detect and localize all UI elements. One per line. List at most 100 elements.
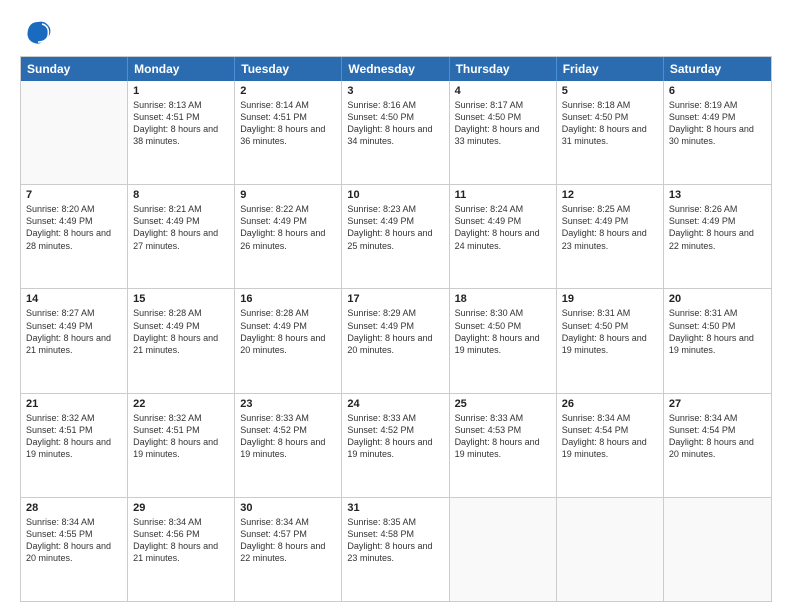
calendar-cell [557,498,664,601]
cell-info: Sunrise: 8:14 AMSunset: 4:51 PMDaylight:… [240,99,336,148]
cal-header-day: Sunday [21,57,128,81]
day-number: 11 [455,189,551,201]
calendar-cell: 6 Sunrise: 8:19 AMSunset: 4:49 PMDaylight… [664,81,771,184]
calendar-row: 7 Sunrise: 8:20 AMSunset: 4:49 PMDaylight… [21,185,771,289]
cell-info: Sunrise: 8:22 AMSunset: 4:49 PMDaylight:… [240,203,336,252]
calendar-cell: 16Sunrise: 8:28 AMSunset: 4:49 PMDayligh… [235,289,342,392]
cal-header-day: Monday [128,57,235,81]
cell-info: Sunrise: 8:34 AMSunset: 4:54 PMDaylight:… [562,412,658,461]
calendar-cell: 9 Sunrise: 8:22 AMSunset: 4:49 PMDaylight… [235,185,342,288]
calendar-cell: 3Sunrise: 8:16 AMSunset: 4:50 PMDaylight… [342,81,449,184]
calendar-cell: 19 Sunrise: 8:31 AMSunset: 4:50 PMDayligh… [557,289,664,392]
calendar-row: 28 Sunrise: 8:34 AMSunset: 4:55 PMDayligh… [21,498,771,601]
calendar-cell: 26 Sunrise: 8:34 AMSunset: 4:54 PMDayligh… [557,394,664,497]
logo [20,18,52,46]
calendar: SundayMondayTuesdayWednesdayThursdayFrid… [20,56,772,602]
cell-info: Sunrise: 8:27 AMSunset: 4:49 PMDaylight:… [26,307,122,356]
day-number: 30 [240,502,336,514]
day-number: 17 [347,293,443,305]
cell-info: Sunrise: 8:34 AMSunset: 4:54 PMDaylight:… [669,412,766,461]
day-number: 9 [240,189,336,201]
day-number: 26 [562,398,658,410]
cell-info: Sunrise: 8:21 AMSunset: 4:49 PMDaylight:… [133,203,229,252]
cell-info: Sunrise: 8:32 AMSunset: 4:51 PMDaylight:… [133,412,229,461]
calendar-cell: 2 Sunrise: 8:14 AMSunset: 4:51 PMDaylight… [235,81,342,184]
page: SundayMondayTuesdayWednesdayThursdayFrid… [0,0,792,612]
calendar-cell: 14 Sunrise: 8:27 AMSunset: 4:49 PMDayligh… [21,289,128,392]
cell-info: Sunrise: 8:23 AMSunset: 4:49 PMDaylight:… [347,203,443,252]
calendar-cell: 21Sunrise: 8:32 AMSunset: 4:51 PMDayligh… [21,394,128,497]
calendar-cell: 28 Sunrise: 8:34 AMSunset: 4:55 PMDayligh… [21,498,128,601]
calendar-cell [21,81,128,184]
cal-header-day: Friday [557,57,664,81]
day-number: 7 [26,189,122,201]
day-number: 4 [455,85,551,97]
calendar-cell: 23Sunrise: 8:33 AMSunset: 4:52 PMDayligh… [235,394,342,497]
logo-icon [24,18,52,46]
calendar-cell: 1 Sunrise: 8:13 AMSunset: 4:51 PMDaylight… [128,81,235,184]
calendar-body: 1 Sunrise: 8:13 AMSunset: 4:51 PMDaylight… [21,81,771,601]
cell-info: Sunrise: 8:34 AMSunset: 4:56 PMDaylight:… [133,516,229,565]
cell-info: Sunrise: 8:33 AMSunset: 4:52 PMDaylight:… [347,412,443,461]
day-number: 21 [26,398,122,410]
calendar-cell: 10 Sunrise: 8:23 AMSunset: 4:49 PMDayligh… [342,185,449,288]
day-number: 20 [669,293,766,305]
calendar-cell: 4 Sunrise: 8:17 AMSunset: 4:50 PMDaylight… [450,81,557,184]
header [20,18,772,46]
cell-info: Sunrise: 8:34 AMSunset: 4:55 PMDaylight:… [26,516,122,565]
calendar-cell: 11 Sunrise: 8:24 AMSunset: 4:49 PMDayligh… [450,185,557,288]
calendar-cell: 15Sunrise: 8:28 AMSunset: 4:49 PMDayligh… [128,289,235,392]
day-number: 28 [26,502,122,514]
calendar-cell: 27 Sunrise: 8:34 AMSunset: 4:54 PMDayligh… [664,394,771,497]
cell-info: Sunrise: 8:13 AMSunset: 4:51 PMDaylight:… [133,99,229,148]
calendar-cell: 25 Sunrise: 8:33 AMSunset: 4:53 PMDayligh… [450,394,557,497]
day-number: 15 [133,293,229,305]
cell-info: Sunrise: 8:31 AMSunset: 4:50 PMDaylight:… [669,307,766,356]
day-number: 1 [133,85,229,97]
cell-info: Sunrise: 8:33 AMSunset: 4:52 PMDaylight:… [240,412,336,461]
cell-info: Sunrise: 8:33 AMSunset: 4:53 PMDaylight:… [455,412,551,461]
calendar-cell: 20 Sunrise: 8:31 AMSunset: 4:50 PMDayligh… [664,289,771,392]
cal-header-day: Saturday [664,57,771,81]
day-number: 14 [26,293,122,305]
calendar-header-row: SundayMondayTuesdayWednesdayThursdayFrid… [21,57,771,81]
day-number: 6 [669,85,766,97]
day-number: 5 [562,85,658,97]
cell-info: Sunrise: 8:17 AMSunset: 4:50 PMDaylight:… [455,99,551,148]
cell-info: Sunrise: 8:25 AMSunset: 4:49 PMDaylight:… [562,203,658,252]
calendar-row: 14 Sunrise: 8:27 AMSunset: 4:49 PMDayligh… [21,289,771,393]
cal-header-day: Thursday [450,57,557,81]
day-number: 2 [240,85,336,97]
cell-info: Sunrise: 8:20 AMSunset: 4:49 PMDaylight:… [26,203,122,252]
calendar-cell: 18 Sunrise: 8:30 AMSunset: 4:50 PMDayligh… [450,289,557,392]
calendar-cell: 17 Sunrise: 8:29 AMSunset: 4:49 PMDayligh… [342,289,449,392]
calendar-row: 1 Sunrise: 8:13 AMSunset: 4:51 PMDaylight… [21,81,771,185]
day-number: 18 [455,293,551,305]
cell-info: Sunrise: 8:19 AMSunset: 4:49 PMDaylight:… [669,99,766,148]
day-number: 19 [562,293,658,305]
day-number: 25 [455,398,551,410]
cell-info: Sunrise: 8:35 AMSunset: 4:58 PMDaylight:… [347,516,443,565]
calendar-cell: 22 Sunrise: 8:32 AMSunset: 4:51 PMDayligh… [128,394,235,497]
calendar-cell: 5 Sunrise: 8:18 AMSunset: 4:50 PMDaylight… [557,81,664,184]
cell-info: Sunrise: 8:24 AMSunset: 4:49 PMDaylight:… [455,203,551,252]
day-number: 29 [133,502,229,514]
cell-info: Sunrise: 8:31 AMSunset: 4:50 PMDaylight:… [562,307,658,356]
day-number: 3 [347,85,443,97]
calendar-cell: 29 Sunrise: 8:34 AMSunset: 4:56 PMDayligh… [128,498,235,601]
cal-header-day: Wednesday [342,57,449,81]
day-number: 10 [347,189,443,201]
day-number: 8 [133,189,229,201]
cell-info: Sunrise: 8:30 AMSunset: 4:50 PMDaylight:… [455,307,551,356]
day-number: 27 [669,398,766,410]
calendar-cell [664,498,771,601]
day-number: 22 [133,398,229,410]
calendar-row: 21 Sunrise: 8:32 AMSunset: 4:51 PMDayligh… [21,394,771,498]
cell-info: Sunrise: 8:28 AMSunset: 4:49 PMDaylight:… [240,307,336,356]
cell-info: Sunrise: 8:29 AMSunset: 4:49 PMDaylight:… [347,307,443,356]
day-number: 24 [347,398,443,410]
calendar-cell: 7 Sunrise: 8:20 AMSunset: 4:49 PMDaylight… [21,185,128,288]
cell-info: Sunrise: 8:34 AMSunset: 4:57 PMDaylight:… [240,516,336,565]
cell-info: Sunrise: 8:18 AMSunset: 4:50 PMDaylight:… [562,99,658,148]
calendar-cell: 24 Sunrise: 8:33 AMSunset: 4:52 PMDayligh… [342,394,449,497]
